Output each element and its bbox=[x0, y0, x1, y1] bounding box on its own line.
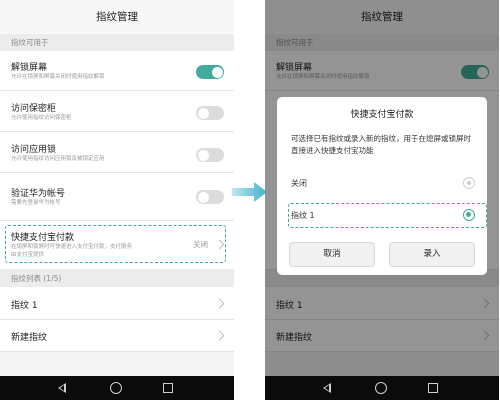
section-header-fingerprint-list: 指纹列表 (1/5) bbox=[0, 270, 234, 287]
item-subtitle: 允许使用指纹访问保密柜 bbox=[11, 115, 72, 121]
toggle-knob bbox=[197, 191, 209, 203]
item-title: 访问应用锁 bbox=[11, 145, 57, 155]
recent-square-icon[interactable] bbox=[163, 383, 173, 393]
cancel-button[interactable]: 取消 bbox=[289, 242, 375, 267]
enroll-button[interactable]: 录入 bbox=[389, 242, 475, 267]
access-app-lock-toggle[interactable] bbox=[196, 148, 224, 162]
chevron-right-icon bbox=[214, 298, 225, 309]
back-triangle-icon[interactable] bbox=[58, 383, 66, 393]
access-safe-toggle[interactable] bbox=[196, 106, 224, 120]
toggle-knob bbox=[197, 107, 209, 119]
navigation-bar bbox=[0, 376, 234, 400]
item-title: 新建指纹 bbox=[11, 333, 48, 343]
right-phone-screen: 指纹管理 指纹可用于 解锁屏幕 允许在锁屏和屏幕关闭时使用指纹解锁 指纹 1 新… bbox=[265, 0, 499, 400]
page-title: 指纹管理 bbox=[0, 0, 234, 34]
chevron-right-icon bbox=[214, 330, 225, 341]
option-off-radio[interactable] bbox=[463, 177, 475, 189]
item-title: 解锁屏幕 bbox=[11, 63, 48, 73]
dialog-title: 快捷支付宝付款 bbox=[350, 110, 414, 120]
toggle-knob bbox=[211, 66, 223, 78]
alipay-dialog: 快捷支付宝付款 可选择已有指纹或录入新的指纹，用于在熄屏或锁屏时直接进入快捷支付… bbox=[277, 97, 487, 275]
item-title: 指纹 1 bbox=[11, 301, 38, 311]
item-title: 验证华为帐号 bbox=[11, 189, 66, 199]
item-title: 访问保密柜 bbox=[11, 104, 57, 114]
section-header-usable-for: 指纹可用于 bbox=[0, 34, 234, 51]
home-circle-icon[interactable] bbox=[375, 382, 387, 394]
toggle-knob bbox=[197, 149, 209, 161]
verify-huawei-account-item[interactable]: 验证华为帐号 需要先登录华为帐号 bbox=[0, 173, 234, 221]
access-safe-item[interactable]: 访问保密柜 允许使用指纹访问保密柜 bbox=[0, 91, 234, 132]
unlock-screen-item[interactable]: 解锁屏幕 允许在锁屏和屏幕关闭时使用指纹解锁 bbox=[0, 51, 234, 91]
verify-huawei-account-toggle[interactable] bbox=[196, 190, 224, 204]
home-circle-icon[interactable] bbox=[110, 382, 122, 394]
access-app-lock-item[interactable]: 访问应用锁 允许使用指纹访问应用锁及被锁定应用 bbox=[0, 132, 234, 173]
fingerprint-1-item[interactable]: 指纹 1 bbox=[0, 287, 234, 320]
item-subtitle: 需要先登录华为帐号 bbox=[11, 200, 61, 206]
new-fingerprint-item[interactable]: 新建指纹 bbox=[0, 320, 234, 352]
highlight-dashed-box bbox=[288, 203, 487, 228]
unlock-screen-toggle[interactable] bbox=[196, 65, 224, 79]
recent-square-icon[interactable] bbox=[428, 383, 438, 393]
navigation-bar bbox=[265, 376, 499, 400]
item-subtitle: 允许在锁屏和屏幕关闭时使用指纹解锁 bbox=[11, 74, 105, 80]
item-subtitle: 允许使用指纹访问应用锁及被锁定应用 bbox=[11, 156, 105, 162]
back-triangle-icon[interactable] bbox=[323, 383, 331, 393]
dialog-message: 可选择已有指纹或录入新的指纹，用于在熄屏或锁屏时直接进入快捷支付宝功能 bbox=[291, 134, 471, 155]
arrow-right-icon bbox=[232, 182, 267, 202]
left-phone-screen: 指纹管理 指纹可用于 解锁屏幕 允许在锁屏和屏幕关闭时使用指纹解锁 访问保密柜 … bbox=[0, 0, 234, 400]
highlight-dashed-box bbox=[5, 225, 226, 263]
option-off-label[interactable]: 关闭 bbox=[291, 178, 307, 189]
